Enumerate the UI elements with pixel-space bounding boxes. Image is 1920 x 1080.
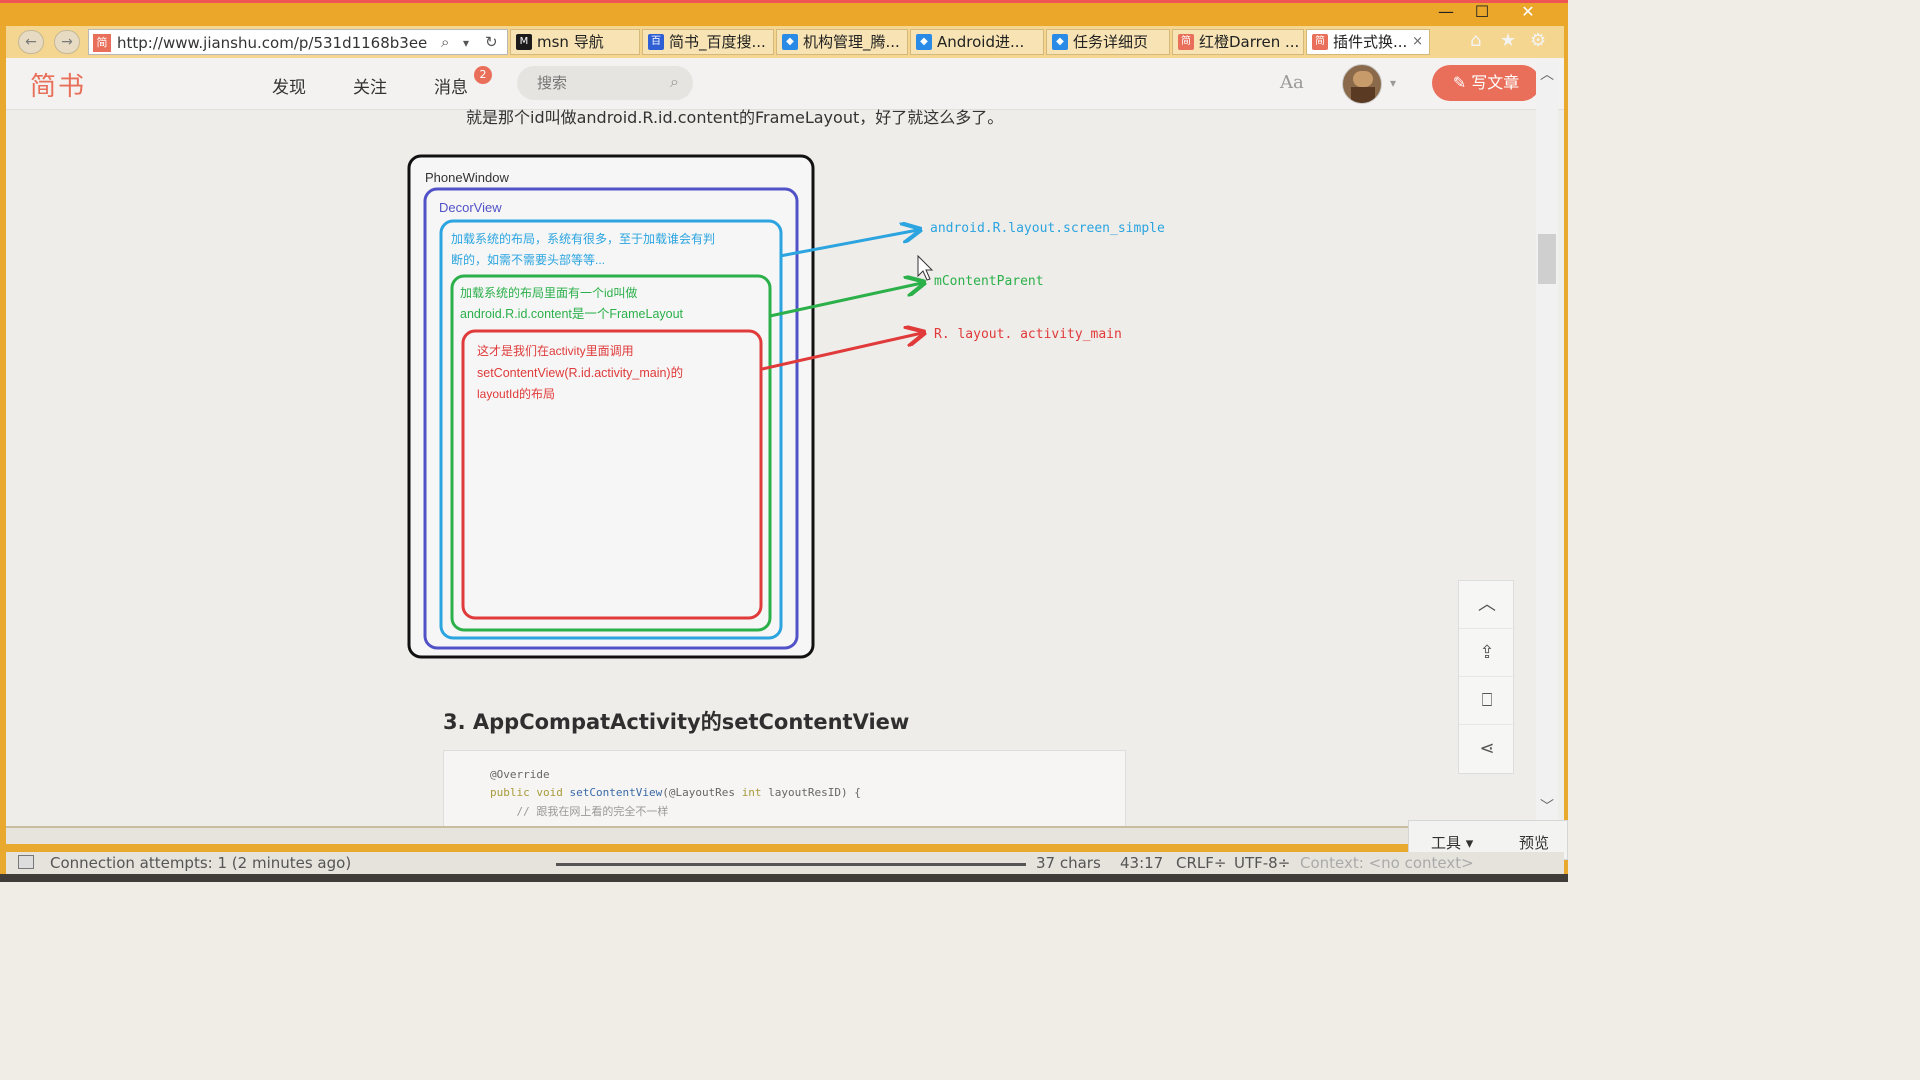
activity-main-text-2: setContentView(R.id.activity_main)的	[477, 365, 683, 380]
share-icon[interactable]: ⋖	[1459, 725, 1515, 773]
vertical-scrollbar[interactable]: ︿ ﹀	[1536, 62, 1558, 822]
encoding[interactable]: UTF-8÷	[1234, 854, 1290, 872]
char-count: 37 chars	[1036, 854, 1101, 872]
label-content-parent: mContentParent	[934, 274, 1044, 289]
scroll-up-arrow[interactable]: ︿	[1536, 64, 1558, 84]
line-ending[interactable]: CRLF÷	[1176, 854, 1226, 872]
code-function: setContentView	[569, 786, 663, 799]
preview-button[interactable]: 预览	[1519, 832, 1549, 853]
side-tools: ︿ ⇪ ⎕ ⋖	[1458, 580, 1515, 774]
decorview-label: DecorView	[439, 200, 502, 215]
code-keyword: public void	[490, 786, 570, 799]
screen-simple-text-2: 断的，如需不需要头部等等...	[451, 252, 605, 267]
status-bar: Connection attempts: 1 (2 minutes ago) 3…	[6, 852, 1564, 874]
scroll-thumb[interactable]	[1538, 234, 1556, 284]
code-line-2: public void setContentView(@LayoutRes in…	[490, 786, 861, 799]
context-status: Context: <no context>	[1300, 854, 1474, 872]
cursor-position: 43:17	[1120, 854, 1164, 872]
bookmark-icon[interactable]: ⎕	[1459, 677, 1515, 725]
content-parent-text-2: android.R.id.content是一个FrameLayout	[460, 307, 684, 321]
activity-main-text-3: layoutId的布局	[477, 386, 555, 401]
scroll-top-button[interactable]: ︿	[1459, 581, 1515, 629]
code-params: (@LayoutRes	[662, 786, 742, 799]
share-up-icon[interactable]: ⇪	[1459, 629, 1515, 677]
screen: — ☐ ✕ ← → 简 http://www.jianshu.com/p/531…	[0, 0, 1568, 882]
code-params-end: layoutResID) {	[761, 786, 861, 799]
code-line-1: @Override	[490, 768, 550, 781]
code-type: int	[741, 786, 762, 799]
content-parent-text-1: 加载系统的布局里面有一个id叫做	[460, 285, 637, 300]
status-progress	[556, 863, 1026, 866]
label-activity-main: R. layout. activity_main	[934, 327, 1122, 342]
label-screen-simple: android.R.layout.screen_simple	[930, 221, 1165, 236]
mouse-cursor-icon	[917, 254, 934, 281]
phonewindow-label: PhoneWindow	[425, 170, 509, 185]
screen-simple-text-1: 加载系统的布局，系统有很多，至于加载谁会有判	[451, 231, 715, 246]
connection-status: Connection attempts: 1 (2 minutes ago)	[50, 854, 352, 872]
scroll-down-arrow[interactable]: ﹀	[1536, 796, 1558, 816]
editor-divider	[6, 826, 1408, 844]
section-heading: 3. AppCompatActivity的setContentView	[443, 710, 910, 734]
status-checkbox[interactable]	[18, 855, 34, 869]
tools-menu[interactable]: 工具 ▾	[1431, 832, 1473, 853]
taskbar	[0, 874, 1568, 882]
activity-main-text-1: 这才是我们在activity里面调用	[477, 343, 634, 358]
code-line-3: // 跟我在网上看的完全不一样	[490, 805, 669, 818]
